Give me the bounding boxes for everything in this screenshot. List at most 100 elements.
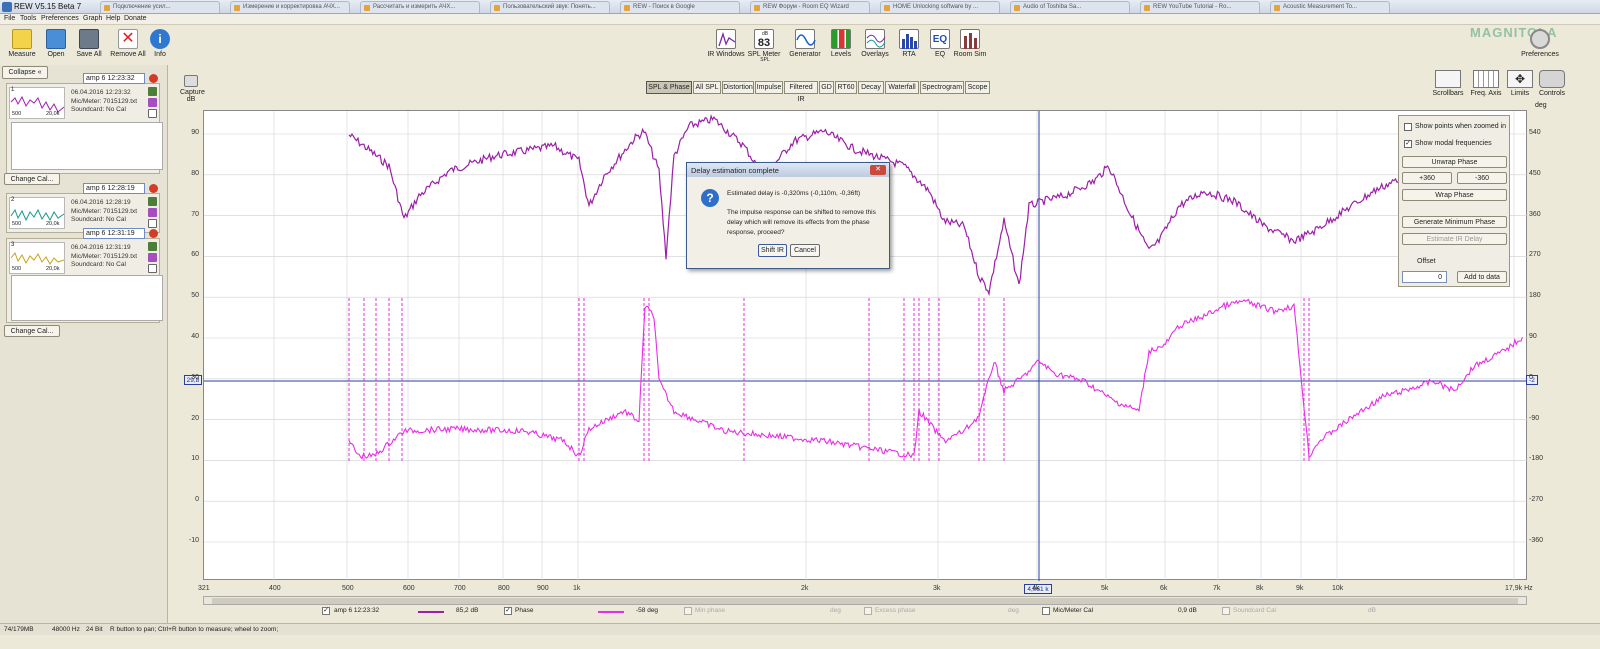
color-picker-icon[interactable] bbox=[148, 98, 157, 107]
measurement-number: 3 bbox=[11, 242, 15, 248]
measurement-notes[interactable] bbox=[11, 122, 163, 170]
info-button[interactable]: i Info bbox=[138, 29, 182, 63]
change-cal-button[interactable]: Change Cal... bbox=[4, 173, 60, 185]
legend-phase-checkbox[interactable]: ✓ bbox=[504, 607, 512, 615]
tab-impulse[interactable]: Impulse bbox=[755, 81, 783, 94]
menu-graph[interactable]: Graph bbox=[83, 15, 102, 22]
browser-tab[interactable]: REW - Поиск в Google bbox=[620, 1, 740, 13]
measurement-notes[interactable] bbox=[11, 275, 163, 321]
minus360-button[interactable]: -360 bbox=[1457, 172, 1507, 184]
controls-label: Controls bbox=[1538, 90, 1566, 97]
tab-gd[interactable]: GD bbox=[819, 81, 834, 94]
legend-soundcard-cal-checkbox[interactable] bbox=[1222, 607, 1230, 615]
tab-waterfall[interactable]: Waterfall bbox=[885, 81, 919, 94]
cancel-button[interactable]: Cancel bbox=[790, 244, 820, 257]
remove-measurement-icon[interactable] bbox=[149, 184, 158, 193]
add-to-data-button[interactable]: Add to data bbox=[1457, 271, 1507, 283]
color-picker-icon[interactable] bbox=[148, 208, 157, 217]
legend-bar: ✓ amp 6 12:23:32 85,2 dB ✓ Phase -58 deg… bbox=[318, 606, 1598, 618]
plus360-button[interactable]: +360 bbox=[1402, 172, 1452, 184]
notes-icon[interactable] bbox=[148, 109, 157, 118]
x-tick: 5k bbox=[1101, 585, 1109, 592]
browser-tab[interactable]: REW Форум - Room EQ Wizard bbox=[750, 1, 870, 13]
tab-all-spl[interactable]: All SPL bbox=[693, 81, 721, 94]
main-toolbar: Measure Open Save All ✕ Remove All i Inf… bbox=[0, 25, 1600, 65]
legend-spl-checkbox[interactable]: ✓ bbox=[322, 607, 330, 615]
tab-rt60[interactable]: RT60 bbox=[835, 81, 857, 94]
browser-tab[interactable]: HOME Unlocking software by ... bbox=[880, 1, 1000, 13]
controls-button[interactable]: Controls bbox=[1534, 70, 1570, 97]
y-tick-left: 20 bbox=[191, 414, 199, 422]
change-cal-button[interactable]: Change Cal... bbox=[4, 325, 60, 337]
menu-donate[interactable]: Donate bbox=[124, 15, 147, 22]
menu-file[interactable]: File bbox=[4, 15, 15, 22]
tab-filtered-ir[interactable]: Filtered IR bbox=[784, 81, 818, 103]
notes-icon[interactable] bbox=[148, 264, 157, 273]
room-sim-button[interactable]: Room Sim bbox=[948, 29, 992, 63]
thumb-low-label: 500 bbox=[12, 266, 22, 272]
measurement-name-input[interactable]: amp 6 12:23:32 bbox=[83, 73, 145, 84]
color-picker-icon[interactable] bbox=[148, 253, 157, 262]
open-label: Open bbox=[47, 51, 65, 58]
measurement-name-input[interactable]: amp 6 12:28:19 bbox=[83, 183, 145, 194]
capture-button[interactable]: Capture dB bbox=[180, 75, 205, 103]
graph-settings-icon[interactable] bbox=[148, 87, 157, 96]
browser-tab[interactable]: Подключение усил... bbox=[100, 1, 220, 13]
generate-min-phase-button[interactable]: Generate Minimum Phase bbox=[1402, 216, 1507, 228]
browser-tab[interactable]: Рассчитать и измерить АЧХ... bbox=[360, 1, 480, 13]
thumb-low-label: 500 bbox=[12, 111, 22, 117]
save-icon bbox=[79, 29, 99, 49]
measurement-card-3[interactable]: amp 6 12:31:19 3 500 20,0k 06.04.2016 12… bbox=[6, 228, 163, 323]
browser-tab[interactable]: REW YouTube Tutorial - Ro... bbox=[1140, 1, 1260, 13]
x-tick: 17,9k Hz bbox=[1505, 585, 1533, 592]
collapse-button[interactable]: Collapse « bbox=[2, 66, 48, 79]
browser-tab[interactable]: Audio of Toshiba Sa... bbox=[1010, 1, 1130, 13]
wrap-phase-button[interactable]: Wrap Phase bbox=[1402, 189, 1507, 201]
measurement-card-2[interactable]: amp 6 12:28:19 2 500 20,0k 06.04.2016 12… bbox=[6, 183, 160, 233]
unwrap-phase-button[interactable]: Unwrap Phase bbox=[1402, 156, 1507, 168]
scrollbars-button[interactable]: Scrollbars bbox=[1430, 70, 1466, 97]
graph-settings-icon[interactable] bbox=[148, 242, 157, 251]
close-icon[interactable]: ✕ bbox=[870, 165, 886, 175]
browser-tab[interactable]: Пользовательский звук: Понять... bbox=[490, 1, 610, 13]
graph-scrollbar[interactable] bbox=[203, 596, 1527, 605]
levels-label: Levels bbox=[830, 51, 852, 58]
menu-help[interactable]: Help bbox=[106, 15, 120, 22]
measurement-thumbnail[interactable]: 3 500 20,0k bbox=[9, 242, 65, 274]
tab-distortion[interactable]: Distortion bbox=[722, 81, 754, 94]
scroll-thumb[interactable] bbox=[212, 598, 1518, 604]
preferences-button[interactable]: Preferences bbox=[1518, 29, 1562, 63]
x-tick: 3k bbox=[933, 585, 941, 592]
browser-tab[interactable]: Измерение и корректировка АЧХ... bbox=[230, 1, 350, 13]
spl-meter-button[interactable]: dB SPL 83 SPL Meter bbox=[742, 29, 786, 63]
measurement-name-input[interactable]: amp 6 12:31:19 bbox=[83, 228, 145, 239]
shift-ir-button[interactable]: Shift IR bbox=[758, 244, 787, 257]
show-points-checkbox[interactable] bbox=[1404, 123, 1412, 131]
freq-axis-button[interactable]: Freq. Axis bbox=[1468, 70, 1504, 97]
tab-spl-phase[interactable]: SPL & Phase bbox=[646, 81, 692, 94]
measurement-thumbnail[interactable]: 1 500 20,0k bbox=[9, 87, 65, 119]
tab-scope[interactable]: Scope bbox=[965, 81, 990, 94]
menu-tools[interactable]: Tools bbox=[20, 15, 36, 22]
measurement-thumbnail[interactable]: 2 500 20,0k bbox=[9, 197, 65, 229]
estimate-ir-delay-button[interactable]: Estimate IR Delay bbox=[1402, 233, 1507, 245]
tab-spectrogram[interactable]: Spectrogram bbox=[920, 81, 964, 94]
remove-measurement-icon[interactable] bbox=[149, 229, 158, 238]
offset-input[interactable]: 0 bbox=[1402, 271, 1447, 283]
measurement-number: 1 bbox=[11, 87, 15, 93]
measurement-card-1[interactable]: amp 6 12:23:32 1 500 20,0k 06.04.2016 12… bbox=[6, 73, 163, 174]
legend-mic-cal-checkbox[interactable] bbox=[1042, 607, 1050, 615]
legend-soundcard-cal-label: Soundcard Cal bbox=[1233, 607, 1276, 614]
legend-excess-phase-checkbox[interactable] bbox=[864, 607, 872, 615]
menu-preferences[interactable]: Preferences bbox=[41, 15, 79, 22]
notes-icon[interactable] bbox=[148, 219, 157, 228]
legend-min-phase-checkbox[interactable] bbox=[684, 607, 692, 615]
tab-decay[interactable]: Decay bbox=[858, 81, 884, 94]
graph-settings-icon[interactable] bbox=[148, 197, 157, 206]
remove-measurement-icon[interactable] bbox=[149, 74, 158, 83]
limits-button[interactable]: ✥ Limits bbox=[1502, 70, 1538, 97]
show-modal-checkbox[interactable]: ✓ bbox=[1404, 140, 1412, 148]
save-all-button[interactable]: Save All bbox=[67, 29, 111, 63]
freq-axis-label: Freq. Axis bbox=[1470, 90, 1502, 97]
browser-tab[interactable]: Acoustic Measurement To... bbox=[1270, 1, 1390, 13]
